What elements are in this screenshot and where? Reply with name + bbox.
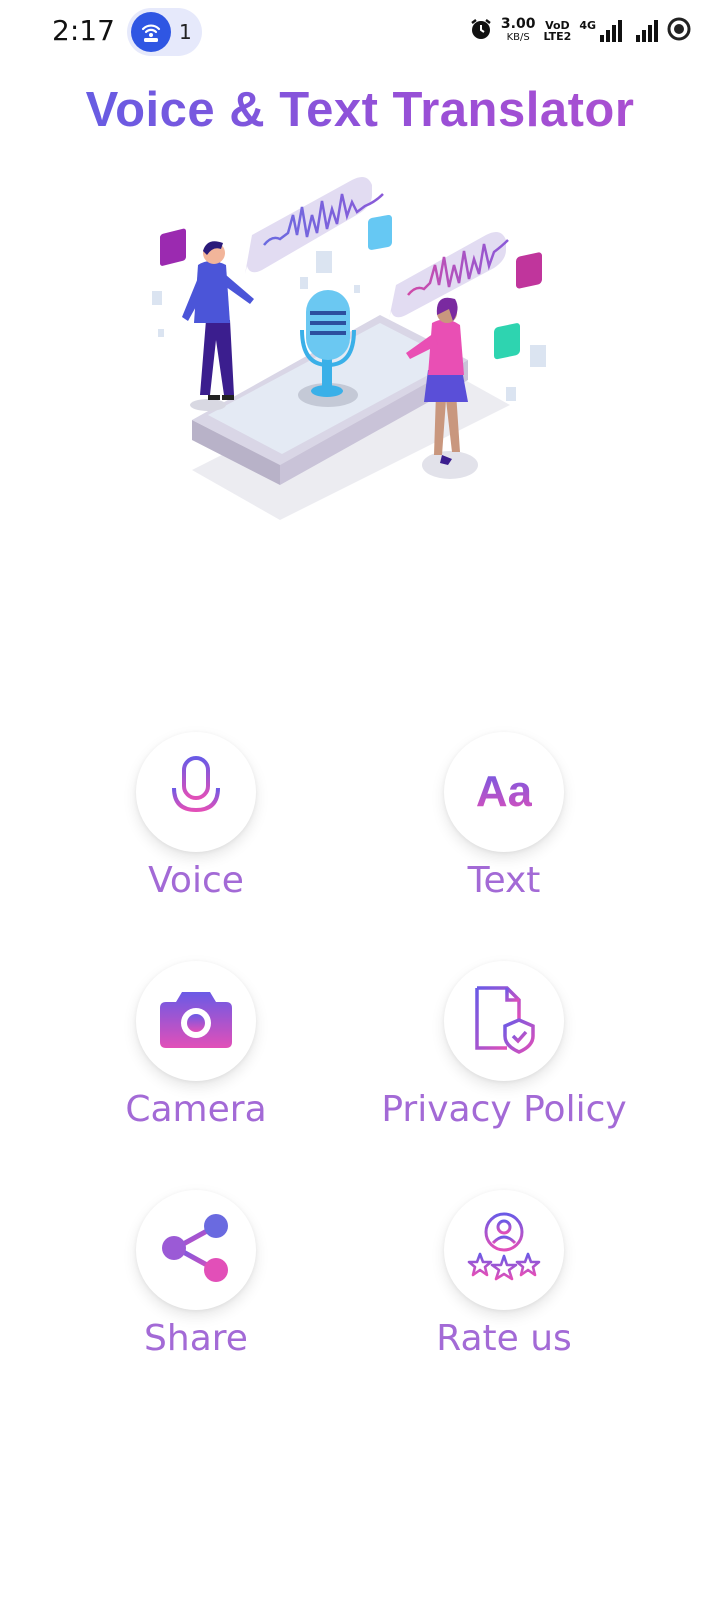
network-speed: 3.00 KB/S bbox=[500, 16, 536, 44]
rating-stars-icon bbox=[466, 1210, 542, 1290]
alarm-icon bbox=[469, 17, 493, 45]
camera-icon-circle bbox=[136, 961, 256, 1081]
network-speed-value: 3.00 bbox=[500, 16, 536, 32]
hotspot-count: 1 bbox=[179, 20, 192, 44]
voice-icon-circle bbox=[136, 732, 256, 852]
status-icons: 3.00 KB/S VoD LTE2 4G bbox=[469, 16, 692, 46]
privacy-policy-label: Privacy Policy bbox=[381, 1089, 627, 1130]
text-button[interactable]: Aa Text bbox=[354, 732, 654, 901]
voice-button[interactable]: Voice bbox=[46, 732, 346, 901]
volte-indicator: VoD LTE2 bbox=[543, 20, 571, 42]
status-time: 2:17 bbox=[52, 14, 115, 47]
share-icon-circle bbox=[136, 1190, 256, 1310]
document-shield-icon bbox=[469, 984, 539, 1058]
camera-label: Camera bbox=[125, 1089, 267, 1130]
network-speed-unit: KB/S bbox=[506, 32, 530, 43]
text-label: Text bbox=[467, 860, 541, 901]
signal-icon-sim2 bbox=[636, 20, 658, 42]
signal-icon-sim1 bbox=[600, 20, 622, 42]
share-icon bbox=[160, 1212, 232, 1288]
hotspot-indicator[interactable]: 1 bbox=[127, 8, 202, 56]
share-label: Share bbox=[144, 1318, 248, 1359]
text-aa-icon: Aa bbox=[475, 767, 533, 816]
camera-icon bbox=[158, 986, 234, 1056]
voice-label: Voice bbox=[148, 860, 244, 901]
rate-us-button[interactable]: Rate us bbox=[354, 1190, 654, 1359]
status-bar: 2:17 1 3.00 KB/S VoD LTE2 4G bbox=[0, 0, 720, 64]
volte-line2: LTE2 bbox=[543, 30, 572, 43]
network-type: 4G bbox=[579, 18, 596, 32]
privacy-policy-button[interactable]: Privacy Policy bbox=[354, 961, 654, 1130]
hero-illustration bbox=[150, 165, 570, 535]
hotspot-icon bbox=[131, 12, 171, 52]
battery-saver-icon bbox=[666, 16, 692, 46]
microphone-icon bbox=[156, 750, 236, 834]
rate-icon-circle bbox=[444, 1190, 564, 1310]
privacy-icon-circle bbox=[444, 961, 564, 1081]
share-button[interactable]: Share bbox=[46, 1190, 346, 1359]
camera-button[interactable]: Camera bbox=[46, 961, 346, 1130]
rate-us-label: Rate us bbox=[436, 1318, 572, 1359]
app-title: Voice & Text Translator bbox=[0, 82, 720, 138]
text-icon-circle: Aa bbox=[444, 732, 564, 852]
